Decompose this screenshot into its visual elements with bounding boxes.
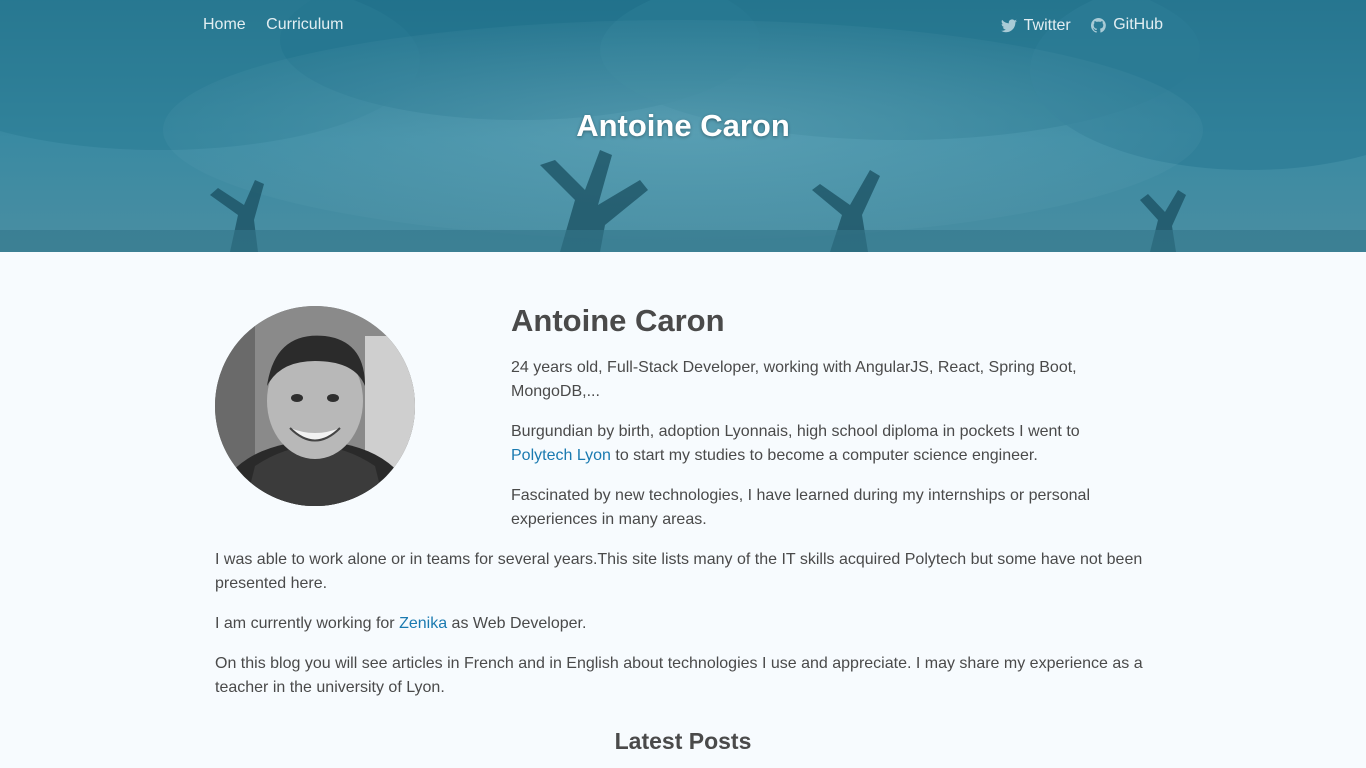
about-p2-text-before: Burgundian by birth, adoption Lyonnais, …	[511, 423, 1080, 440]
github-icon	[1091, 17, 1106, 33]
about-paragraph-2: Burgundian by birth, adoption Lyonnais, …	[511, 420, 1145, 468]
nav-home-link[interactable]: Home	[203, 16, 246, 33]
nav-twitter-label: Twitter	[1023, 16, 1071, 34]
main-content: # Antoine Caron 24 years old, Full-Stack…	[215, 252, 1145, 755]
avatar	[215, 306, 415, 506]
about-section: # Antoine Caron 24 years old, Full-Stack…	[511, 306, 1145, 548]
nav-github-label: GitHub	[1113, 16, 1163, 33]
about-p5-text-after: as Web Developer.	[447, 615, 587, 632]
nav-curriculum-link[interactable]: Curriculum	[266, 16, 343, 33]
about-p5-text-before: I am currently working for	[215, 615, 400, 632]
top-nav: Home Curriculum Twitter GitHub	[203, 14, 1163, 36]
nav-github-link[interactable]: GitHub	[1091, 14, 1163, 36]
about-paragraph-3: Fascinated by new technologies, I have l…	[511, 487, 1090, 528]
hero-banner: Home Curriculum Twitter GitHub Antoine C…	[0, 0, 1366, 252]
about-heading-text: Antoine Caron	[511, 306, 725, 338]
nav-twitter-link[interactable]: Twitter	[1000, 15, 1071, 37]
about-paragraph-1: 24 years old, Full-Stack Developer, work…	[511, 359, 1077, 400]
about-heading: # Antoine Caron	[511, 306, 1145, 344]
polytech-lyon-link[interactable]: Polytech Lyon	[511, 447, 611, 464]
about-paragraph-5: I am currently working for Zenika as Web…	[215, 612, 1145, 636]
nav-right: Twitter GitHub	[985, 14, 1163, 38]
about-continued: I was able to work alone or in teams for…	[215, 548, 1145, 700]
about-p2-text-after: to start my studies to become a computer…	[610, 447, 1038, 464]
about-paragraph-6: On this blog you will see articles in Fr…	[215, 655, 1143, 696]
nav-left: Home Curriculum	[203, 14, 359, 36]
twitter-icon	[1000, 18, 1017, 32]
latest-posts-heading: Latest Posts	[614, 728, 752, 754]
profile-photo	[215, 306, 415, 506]
zenika-link[interactable]: Zenika	[399, 615, 447, 632]
hero-title: Antoine Caron	[576, 108, 790, 143]
about-paragraph-4: I was able to work alone or in teams for…	[215, 551, 1143, 592]
